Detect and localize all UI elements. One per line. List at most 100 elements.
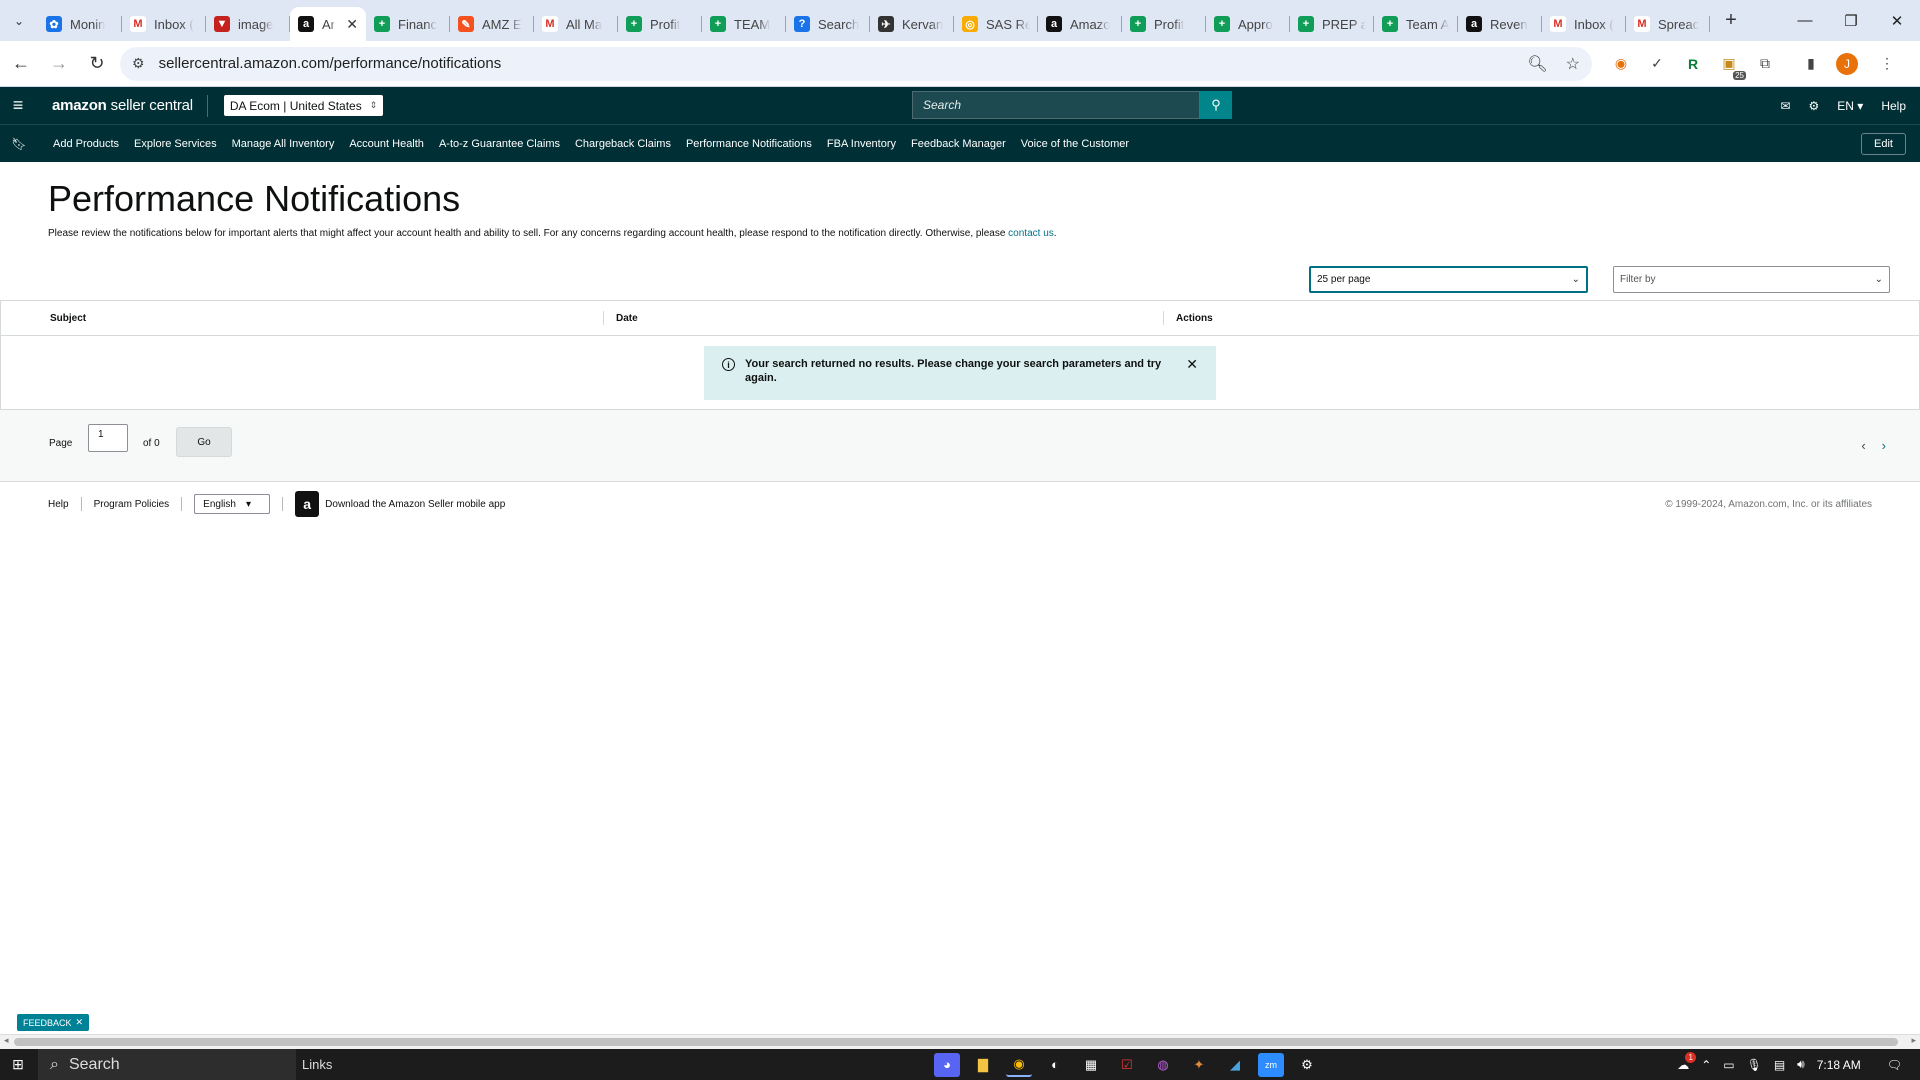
bookmark-icon[interactable]: 🔖︎	[0, 137, 38, 151]
reload-button[interactable]: ↻	[80, 47, 114, 81]
back-button[interactable]: ←	[4, 47, 38, 81]
filter-by-select[interactable]: Filter by ⌄	[1613, 266, 1890, 293]
scroll-right-arrow-icon[interactable]: ▸	[1911, 1035, 1916, 1046]
close-icon[interactable]: ✕	[76, 1017, 84, 1028]
browser-tab[interactable]: ✎ AMZ E	[450, 7, 534, 41]
amazon-app-icon[interactable]: a	[295, 491, 320, 517]
nav-account-health[interactable]: Account Health	[349, 138, 424, 150]
browser-tab[interactable]: + PREP a	[1290, 7, 1374, 41]
microphone-icon[interactable]: 🎙︎	[1747, 1058, 1762, 1072]
zoom-icon[interactable]: 🔍︎	[1527, 54, 1547, 74]
restore-button[interactable]: ❐	[1828, 0, 1874, 41]
chrome-icon[interactable]: ◉	[1006, 1053, 1032, 1077]
close-icon[interactable]: ✕	[1186, 357, 1198, 371]
language-select[interactable]: English ▾	[194, 494, 271, 514]
language-selector[interactable]: EN ▾	[1837, 99, 1863, 113]
chevron-right-icon[interactable]: ›	[1882, 438, 1886, 453]
close-tab-icon[interactable]: ✕	[346, 16, 358, 33]
search-icon[interactable]: ⚲	[1200, 91, 1232, 119]
help-link[interactable]: Help	[1881, 99, 1906, 113]
app-icon[interactable]: ☑	[1114, 1053, 1140, 1077]
new-tab-button[interactable]: +	[1714, 4, 1748, 38]
per-page-select[interactable]: 25 per page ⌄	[1309, 266, 1588, 293]
steam-icon[interactable]: ◐	[1042, 1053, 1068, 1077]
minimize-button[interactable]: —	[1782, 0, 1828, 41]
gear-icon[interactable]: ⚙	[1809, 99, 1820, 113]
extension-icon[interactable]: ◉	[1610, 53, 1632, 75]
side-panel-icon[interactable]: ▮	[1800, 53, 1822, 75]
nav-chargeback-claims[interactable]: Chargeback Claims	[575, 138, 671, 150]
mail-icon[interactable]: ✉	[1780, 99, 1790, 113]
weather-cloud-icon[interactable]: ☁ 1	[1677, 1051, 1697, 1072]
browser-tab[interactable]: + Profit	[618, 7, 702, 41]
browser-menu-icon[interactable]: ⋮	[1876, 53, 1898, 75]
nav-feedback-manager[interactable]: Feedback Manager	[911, 138, 1006, 150]
browser-tab[interactable]: M Spreac	[1626, 7, 1710, 41]
app-icon[interactable]: ✦	[1186, 1053, 1212, 1077]
scroll-thumb[interactable]	[14, 1038, 1898, 1046]
nav-fba-inventory[interactable]: FBA Inventory	[827, 138, 896, 150]
browser-tab-active[interactable]: a Ar ✕	[290, 7, 366, 41]
extension-icon[interactable]: ▣ 25	[1718, 53, 1746, 80]
nav-explore-services[interactable]: Explore Services	[134, 138, 217, 150]
discord-icon[interactable]: ◕	[934, 1052, 960, 1077]
tab-search-dropdown[interactable]: ⌄	[0, 0, 38, 41]
contact-us-link[interactable]: contact us	[1008, 228, 1054, 239]
account-switcher[interactable]: DA Ecom | United States ⇕	[223, 95, 384, 116]
browser-tab[interactable]: M Inbox (	[1542, 7, 1626, 41]
program-policies-link[interactable]: Program Policies	[94, 499, 170, 510]
extension-icon[interactable]: R	[1682, 53, 1704, 75]
nav-add-products[interactable]: Add Products	[53, 138, 119, 150]
clock[interactable]: 7:18 AM	[1817, 1058, 1861, 1072]
meet-icon[interactable]: ▭	[1723, 1058, 1734, 1072]
nav-voice-of-customer[interactable]: Voice of the Customer	[1021, 138, 1129, 150]
settings-gear-icon[interactable]: ⚙	[1294, 1053, 1320, 1077]
nav-manage-inventory[interactable]: Manage All Inventory	[232, 138, 335, 150]
feedback-button[interactable]: FEEDBACK ✕	[17, 1014, 90, 1031]
network-icon[interactable]: ▤	[1774, 1058, 1785, 1072]
notifications-icon[interactable]: 🗨︎	[1887, 1058, 1902, 1072]
browser-tab[interactable]: ▼ image	[206, 7, 290, 41]
go-button[interactable]: Go	[176, 427, 232, 457]
seller-central-logo[interactable]: amazon seller central	[36, 94, 208, 117]
file-explorer-icon[interactable]: ▇	[970, 1053, 996, 1077]
links-toolbar[interactable]: Links	[302, 1057, 332, 1072]
hamburger-menu-icon[interactable]: ≡	[0, 87, 36, 124]
edit-nav-button[interactable]: Edit	[1861, 132, 1906, 155]
browser-tab[interactable]: a Amazo	[1038, 7, 1122, 41]
taskbar-search[interactable]: ⌕ Search	[38, 1049, 296, 1080]
browser-tab[interactable]: ✿ Monin	[38, 7, 122, 41]
scroll-left-arrow-icon[interactable]: ◂	[4, 1035, 9, 1046]
browser-tab[interactable]: M All Ma	[534, 7, 618, 41]
browser-tab[interactable]: + Financ	[366, 7, 450, 41]
browser-tab[interactable]: + Appro	[1206, 7, 1290, 41]
url-bar[interactable]: ⚙ sellercentral.amazon.com/performance/n…	[120, 46, 1592, 81]
chevron-up-icon[interactable]: ⌃	[1701, 1058, 1711, 1072]
volume-icon[interactable]: 🔊︎	[1797, 1057, 1805, 1072]
chevron-left-icon[interactable]: ‹	[1861, 438, 1865, 453]
browser-tab[interactable]: ◎ SAS Re	[954, 7, 1038, 41]
browser-tab[interactable]: a Reven	[1458, 7, 1542, 41]
nav-atoz-claims[interactable]: A-to-z Guarantee Claims	[439, 138, 560, 150]
calculator-icon[interactable]: ▦	[1078, 1053, 1104, 1077]
zoom-icon[interactable]: zm	[1258, 1052, 1284, 1077]
app-icon[interactable]: ◍	[1150, 1053, 1176, 1077]
column-date[interactable]: Date	[603, 311, 638, 325]
browser-tab[interactable]: + Team A	[1374, 7, 1458, 41]
seller-search-input[interactable]: Search	[912, 91, 1200, 119]
download-app-link[interactable]: Download the Amazon Seller mobile app	[325, 499, 505, 510]
horizontal-scrollbar[interactable]: ◂ ▸	[0, 1034, 1920, 1049]
page-number-input[interactable]: 1	[88, 424, 128, 452]
browser-tab[interactable]: M Inbox (	[122, 7, 206, 41]
extensions-puzzle-icon[interactable]: ⧉	[1754, 53, 1776, 75]
close-window-button[interactable]: ✕	[1874, 0, 1920, 41]
app-icon[interactable]: ◢	[1222, 1053, 1248, 1077]
profile-avatar[interactable]: J	[1836, 52, 1858, 75]
site-info-icon[interactable]: ⚙	[132, 55, 145, 72]
browser-tab[interactable]: ? Search	[786, 7, 870, 41]
browser-tab[interactable]: + TEAM	[702, 7, 786, 41]
browser-tab[interactable]: ✈ Kervan	[870, 7, 954, 41]
bookmark-star-icon[interactable]: ☆	[1566, 54, 1580, 74]
column-subject[interactable]: Subject	[50, 301, 86, 336]
nav-performance-notifications[interactable]: Performance Notifications	[686, 138, 812, 150]
